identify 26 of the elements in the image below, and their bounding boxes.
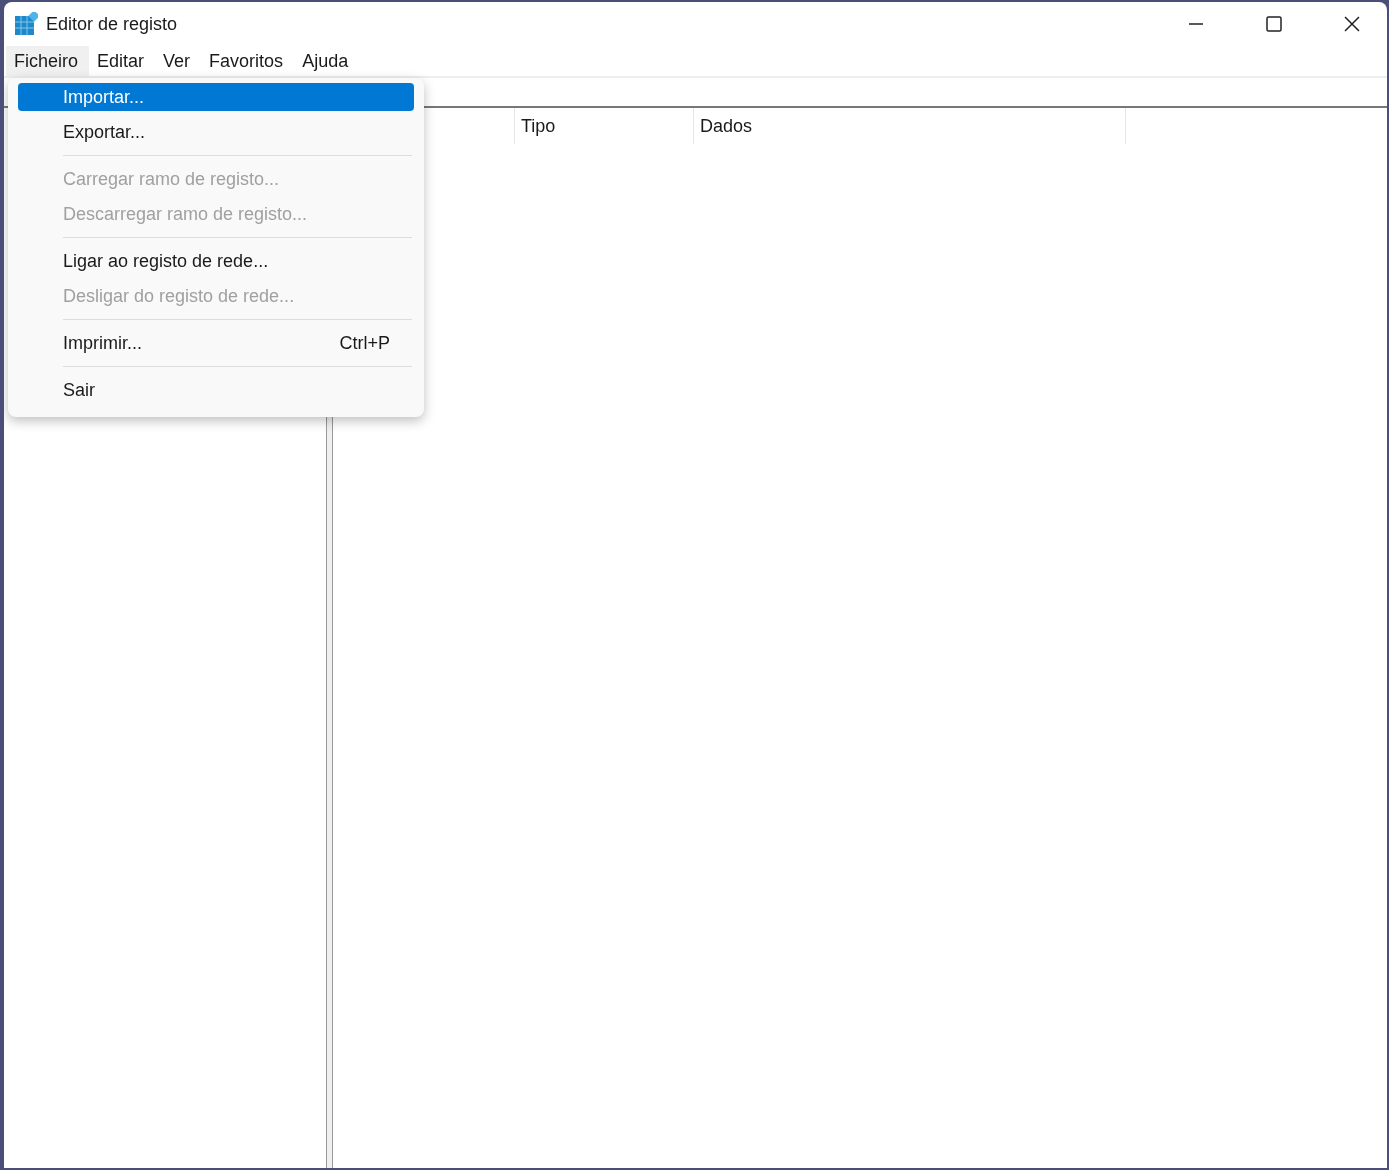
- menu-bar-item[interactable]: Editar: [89, 46, 156, 76]
- minimize-icon: [1188, 23, 1204, 25]
- menu-item[interactable]: Exportar...: [18, 118, 414, 146]
- close-icon: [1344, 16, 1360, 32]
- menu-item-label: Exportar...: [63, 121, 146, 143]
- menu-bar-item[interactable]: Ver: [155, 46, 202, 76]
- menu-item-label: Descarregar ramo de registo...: [63, 203, 308, 225]
- window-title: Editor de registo: [46, 13, 179, 35]
- menu-item-label: Imprimir...: [63, 332, 142, 354]
- menu-item[interactable]: Importar...: [18, 83, 414, 111]
- shortcut-label: Ctrl+P: [339, 332, 390, 354]
- menu-bar-item[interactable]: Ficheiro: [6, 46, 90, 76]
- menu-item[interactable]: Sair: [18, 376, 414, 404]
- menu-item-label: Carregar ramo de registo...: [63, 168, 280, 190]
- menu-bar-item[interactable]: Favoritos: [201, 46, 295, 76]
- menu-item-label: Importar...: [63, 86, 145, 108]
- menu-item-label: Ligar ao registo de rede...: [63, 250, 269, 272]
- menu-item[interactable]: Imprimir... Ctrl+P: [18, 329, 414, 357]
- menu-item-label: Desligar do registo de rede...: [63, 285, 295, 307]
- menu-bar-item[interactable]: Ajuda: [294, 46, 360, 76]
- column-header[interactable]: Dados: [694, 108, 1126, 144]
- menu-item-label: Sair: [63, 379, 95, 401]
- column-header[interactable]: Tipo: [515, 108, 694, 144]
- maximize-icon: [1266, 16, 1282, 32]
- registry-editor-icon: [14, 12, 38, 36]
- menu-item[interactable]: Ligar ao registo de rede...: [18, 247, 414, 275]
